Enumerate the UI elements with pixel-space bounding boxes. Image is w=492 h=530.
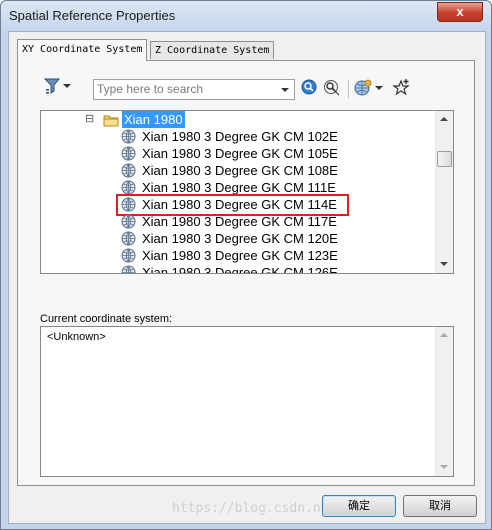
search-dropdown-icon[interactable] [281, 88, 289, 92]
folder-icon [103, 115, 119, 127]
scroll-up-arrow[interactable] [440, 117, 448, 121]
tree-item-row[interactable]: Xian 1980 3 Degree GK CM 117E [41, 213, 431, 230]
chevron-down-icon [375, 86, 383, 90]
tab-panel: Type here to search ⊟ Xian 1980 Xian 198… [17, 60, 475, 486]
scroll-thumb[interactable] [437, 151, 452, 167]
cancel-button[interactable]: 取消 [403, 495, 477, 517]
dialog-client-area: XY Coordinate System Z Coordinate System… [8, 31, 486, 524]
search-go-button[interactable] [301, 79, 318, 97]
globe-icon [121, 163, 136, 178]
tree-item-label: Xian 1980 3 Degree GK CM 102E [142, 129, 338, 144]
scroll-down-arrow[interactable] [440, 465, 448, 469]
tree-item-label: Xian 1980 3 Degree GK CM 108E [142, 163, 338, 178]
search-clear-icon [324, 80, 340, 96]
add-favorite-icon [392, 79, 410, 96]
tree-item-label: Xian 1980 3 Degree GK CM 117E [142, 214, 337, 229]
tree-item-label: Xian 1980 3 Degree GK CM 105E [142, 146, 338, 161]
current-coordinate-box: <Unknown> [40, 326, 454, 477]
tree-scrollbar[interactable] [435, 111, 453, 273]
current-coordinate-value: <Unknown> [47, 331, 106, 343]
close-button[interactable]: x [437, 2, 483, 22]
search-input[interactable]: Type here to search [93, 79, 295, 100]
add-favorite-button[interactable] [392, 78, 410, 97]
tree-item-row[interactable]: Xian 1980 3 Degree GK CM 105E [41, 145, 431, 162]
filter-button[interactable] [42, 76, 72, 96]
globe-icon [121, 146, 136, 161]
current-coordinate-label: Current coordinate system: [40, 313, 173, 325]
tab-z-coordinate-system[interactable]: Z Coordinate System [150, 41, 275, 59]
tree-item-row[interactable]: Xian 1980 3 Degree GK CM 108E [41, 162, 431, 179]
tree-item-row[interactable]: Xian 1980 3 Degree GK CM 126E [41, 264, 431, 274]
tree-item-label: Xian 1980 3 Degree GK CM 126E [142, 265, 338, 274]
current-scrollbar[interactable] [435, 327, 453, 476]
tree-item-row[interactable]: Xian 1980 3 Degree GK CM 102E [41, 128, 431, 145]
dialog-window: Spatial Reference Properties x XY Coordi… [0, 0, 492, 530]
collapse-icon[interactable]: ⊟ [85, 111, 94, 128]
tree-item-row[interactable]: Xian 1980 3 Degree GK CM 114E [41, 194, 431, 216]
add-coordinate-system-button[interactable] [354, 79, 384, 97]
search-go-icon [301, 79, 317, 95]
coordinate-system-tree[interactable]: ⊟ Xian 1980 Xian 1980 3 Degree GK CM 102… [40, 110, 454, 274]
globe-icon [121, 214, 136, 229]
tree-item-label: Xian 1980 3 Degree GK CM 123E [142, 248, 338, 263]
scroll-down-arrow[interactable] [440, 262, 448, 266]
tree-item-row[interactable]: Xian 1980 3 Degree GK CM 123E [41, 247, 431, 264]
toolbar-separator [348, 80, 349, 98]
scroll-up-arrow[interactable] [440, 333, 448, 337]
globe-icon [121, 129, 136, 144]
window-title: Spatial Reference Properties [9, 8, 176, 23]
globe-icon [121, 231, 136, 246]
tree-folder-label: Xian 1980 [122, 111, 185, 128]
tree-item-row[interactable]: Xian 1980 3 Degree GK CM 120E [41, 230, 431, 247]
globe-add-icon [354, 79, 372, 96]
globe-icon [121, 248, 136, 263]
globe-icon [121, 265, 136, 273]
globe-icon [121, 180, 136, 195]
search-clear-button[interactable] [323, 79, 340, 97]
ok-button[interactable]: 确定 [322, 495, 396, 517]
tree-item-label: Xian 1980 3 Degree GK CM 120E [142, 231, 338, 246]
title-bar[interactable]: Spatial Reference Properties x [1, 1, 491, 31]
filter-icon [44, 78, 61, 94]
chevron-down-icon [63, 84, 71, 88]
tab-xy-coordinate-system[interactable]: XY Coordinate System [17, 39, 148, 61]
